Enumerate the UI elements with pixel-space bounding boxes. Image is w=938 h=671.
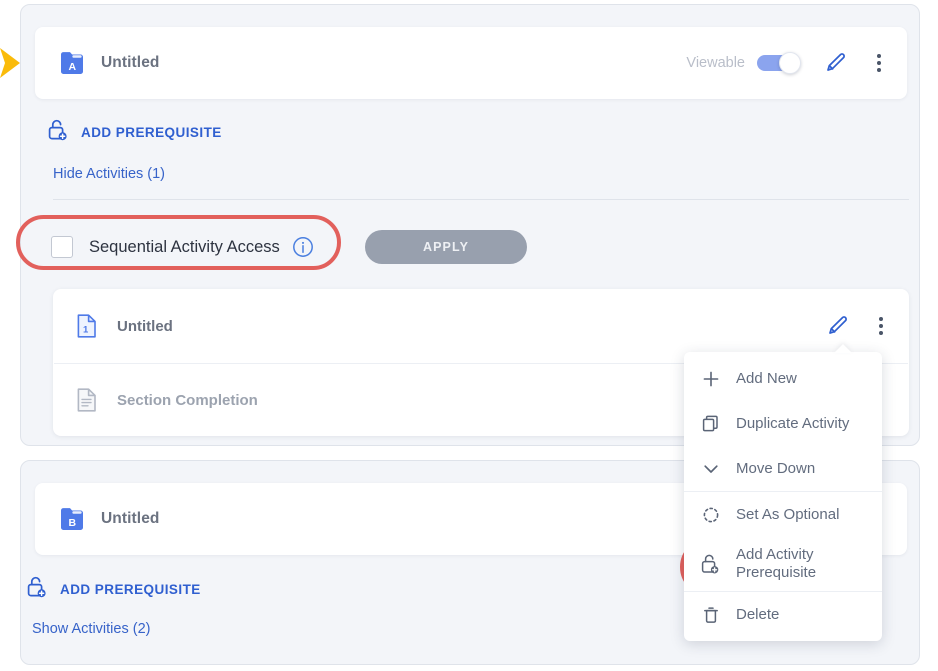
svg-text:1: 1 [83,325,89,336]
viewable-toggle[interactable] [757,52,801,74]
info-circle-icon[interactable] [292,236,314,258]
sequential-activity-access-control[interactable]: Sequential Activity Access [51,229,314,265]
menu-item-label: Move Down [736,459,816,477]
plus-icon [700,368,722,390]
activity-title: Untitled [117,317,173,335]
hide-activities-link[interactable]: Hide Activities (1) [53,166,165,182]
document-1-icon: 1 [75,312,99,340]
menu-item-label: Add Activity Prerequisite [736,546,817,581]
add-prerequisite-button-a[interactable]: ADD PREREQUISITE [47,119,222,145]
sequential-activity-access-label: Sequential Activity Access [89,237,280,256]
section-completion-icon [75,386,99,414]
menu-item-set-as-optional[interactable]: Set As Optional [684,492,882,537]
lock-plus-icon [47,118,69,147]
section-divider-a [53,199,909,200]
show-activities-link[interactable]: Show Activities (2) [32,621,150,637]
menu-item-move-down[interactable]: Move Down [684,446,882,491]
chevron-down-icon [700,458,722,480]
menu-item-add-new[interactable]: Add New [684,356,882,401]
kebab-dot [879,317,883,322]
kebab-dot [879,330,883,335]
svg-text:A: A [69,61,77,73]
section-title-b: Untitled [101,510,160,527]
kebab-dot [877,54,881,59]
menu-item-label: Add New [736,369,797,387]
menu-item-delete[interactable]: Delete [684,592,882,637]
activity-more-options-kebab-icon[interactable] [871,313,891,339]
menu-item-add-activity-prerequisite[interactable]: Add Activity Prerequisite [684,537,882,591]
add-prerequisite-label-a: ADD PREREQUISITE [81,124,222,140]
more-options-kebab-icon-a[interactable] [869,50,889,76]
kebab-dot [877,67,881,72]
section-header-row-a[interactable]: A Untitled Viewable [35,27,907,99]
activity-edit-pencil-icon[interactable] [825,313,851,339]
section-completion-label: Section Completion [117,391,258,409]
sequential-activity-access-checkbox[interactable] [51,236,73,258]
toggle-knob [779,52,801,74]
edit-pencil-icon[interactable] [823,50,849,76]
pointer-arrow-icon [0,46,22,80]
dotted-circle-icon [700,504,722,526]
trash-icon [700,604,722,626]
section-title-a: Untitled [101,54,160,71]
menu-item-label: Delete [736,605,780,623]
apply-button[interactable]: APPLY [365,230,527,264]
viewable-label: Viewable [686,55,745,71]
kebab-dot [879,324,883,328]
lock-plus-icon [700,553,722,575]
kebab-dot [877,61,881,65]
activity-context-menu: Add New Duplicate Activity Move Down Set… [684,344,882,641]
page-root: A Untitled Viewable ADD PREREQUISITE Hid… [0,0,938,671]
add-prerequisite-label-b: ADD PREREQUISITE [60,581,201,597]
add-prerequisite-button-b[interactable]: ADD PREREQUISITE [26,576,201,602]
duplicate-icon [700,413,722,435]
menu-item-duplicate-activity[interactable]: Duplicate Activity [684,401,882,446]
lock-plus-icon [26,575,48,604]
menu-item-label: Duplicate Activity [736,414,850,432]
svg-text:B: B [69,517,77,529]
folder-a-icon: A [59,49,85,77]
menu-caret-icon [834,344,852,353]
folder-b-icon: B [59,505,85,533]
menu-item-label: Set As Optional [736,505,840,523]
